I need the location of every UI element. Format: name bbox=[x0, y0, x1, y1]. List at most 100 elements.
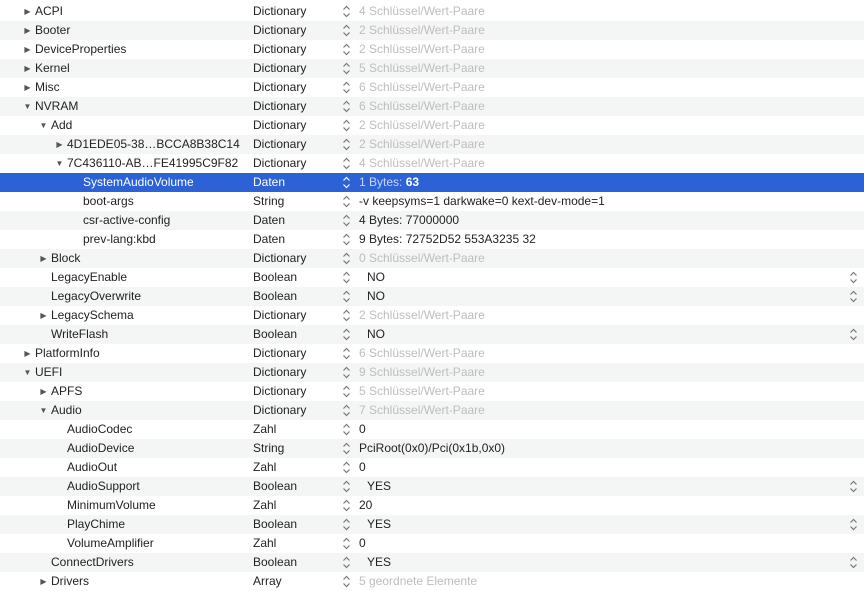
type-stepper-icon[interactable] bbox=[342, 480, 351, 493]
row-key[interactable]: WriteFlash bbox=[51, 325, 108, 344]
row-key[interactable]: APFS bbox=[51, 382, 82, 401]
row-value[interactable]: 0 Schlüssel/Wert-Paare bbox=[359, 249, 485, 268]
row-value[interactable]: 5 Schlüssel/Wert-Paare bbox=[359, 59, 485, 78]
row-type[interactable]: String bbox=[253, 439, 284, 458]
type-stepper-icon[interactable] bbox=[342, 100, 351, 113]
plist-row[interactable]: VolumeAmplifier Zahl 0 bbox=[0, 534, 864, 553]
row-value[interactable]: 5 Schlüssel/Wert-Paare bbox=[359, 382, 485, 401]
boolean-popup-value[interactable]: NO bbox=[367, 268, 385, 287]
row-value[interactable]: 9 Schlüssel/Wert-Paare bbox=[359, 363, 485, 382]
row-type[interactable]: Daten bbox=[253, 230, 285, 249]
disclosure-triangle-down-icon[interactable]: ▼ bbox=[39, 401, 48, 420]
row-type[interactable]: Boolean bbox=[253, 553, 297, 572]
row-key[interactable]: Drivers bbox=[51, 572, 89, 591]
row-type[interactable]: Dictionary bbox=[253, 97, 306, 116]
boolean-popup-value[interactable]: NO bbox=[367, 287, 385, 306]
row-key[interactable]: NVRAM bbox=[35, 97, 78, 116]
row-value[interactable]: 4 Bytes: 77000000 bbox=[359, 211, 459, 230]
plist-row[interactable]: ▶ Drivers Array 5 geordnete Elemente bbox=[0, 572, 864, 591]
type-stepper-icon[interactable] bbox=[342, 195, 351, 208]
row-key[interactable]: Add bbox=[51, 116, 72, 135]
row-key[interactable]: Kernel bbox=[35, 59, 70, 78]
row-type[interactable]: Boolean bbox=[253, 287, 297, 306]
row-value[interactable]: 6 Schlüssel/Wert-Paare bbox=[359, 344, 485, 363]
boolean-popup-stepper-icon[interactable] bbox=[849, 518, 858, 531]
row-type[interactable]: Dictionary bbox=[253, 116, 306, 135]
plist-row[interactable]: SystemAudioVolume Daten 1 Bytes: 63 bbox=[0, 173, 864, 192]
row-key[interactable]: LegacyEnable bbox=[51, 268, 127, 287]
row-key[interactable]: prev-lang:kbd bbox=[83, 230, 156, 249]
row-key[interactable]: AudioCodec bbox=[67, 420, 132, 439]
row-type[interactable]: Array bbox=[253, 572, 282, 591]
row-key[interactable]: Block bbox=[51, 249, 80, 268]
plist-row[interactable]: csr-active-config Daten 4 Bytes: 77000000 bbox=[0, 211, 864, 230]
boolean-popup-stepper-icon[interactable] bbox=[849, 328, 858, 341]
disclosure-triangle-right-icon[interactable]: ▶ bbox=[23, 344, 32, 363]
row-value[interactable]: -v keepsyms=1 darkwake=0 kext-dev-mode=1 bbox=[359, 192, 605, 211]
row-type[interactable]: Dictionary bbox=[253, 78, 306, 97]
disclosure-triangle-right-icon[interactable]: ▶ bbox=[55, 135, 64, 154]
disclosure-triangle-down-icon[interactable]: ▼ bbox=[55, 154, 64, 173]
row-value[interactable]: 4 Schlüssel/Wert-Paare bbox=[359, 2, 485, 21]
plist-row[interactable]: LegacyOverwrite Boolean NO bbox=[0, 287, 864, 306]
row-value[interactable]: 0 bbox=[359, 534, 366, 553]
type-stepper-icon[interactable] bbox=[342, 556, 351, 569]
plist-row[interactable]: ▶ Misc Dictionary 6 Schlüssel/Wert-Paare bbox=[0, 78, 864, 97]
row-key[interactable]: csr-active-config bbox=[83, 211, 170, 230]
disclosure-triangle-down-icon[interactable]: ▼ bbox=[23, 97, 32, 116]
boolean-popup-stepper-icon[interactable] bbox=[849, 290, 858, 303]
row-value[interactable]: 6 Schlüssel/Wert-Paare bbox=[359, 78, 485, 97]
row-type[interactable]: Zahl bbox=[253, 534, 276, 553]
row-key[interactable]: ACPI bbox=[35, 2, 63, 21]
type-stepper-icon[interactable] bbox=[342, 404, 351, 417]
row-key[interactable]: Audio bbox=[51, 401, 82, 420]
disclosure-triangle-right-icon[interactable]: ▶ bbox=[39, 306, 48, 325]
row-type[interactable]: Boolean bbox=[253, 477, 297, 496]
plist-row[interactable]: LegacyEnable Boolean NO bbox=[0, 268, 864, 287]
type-stepper-icon[interactable] bbox=[342, 518, 351, 531]
plist-row[interactable]: ▶ PlatformInfo Dictionary 6 Schlüssel/Wert-… bbox=[0, 344, 864, 363]
row-value[interactable]: 5 geordnete Elemente bbox=[359, 572, 477, 591]
plist-row[interactable]: ▼ Audio Dictionary 7 Schlüssel/Wert-Paare bbox=[0, 401, 864, 420]
row-value[interactable]: 20 bbox=[359, 496, 372, 515]
row-key[interactable]: Misc bbox=[35, 78, 60, 97]
disclosure-triangle-down-icon[interactable]: ▼ bbox=[23, 363, 32, 382]
plist-row[interactable]: ▶ DeviceProperties Dictionary 2 Schlüssel/W… bbox=[0, 40, 864, 59]
type-stepper-icon[interactable] bbox=[342, 119, 351, 132]
row-type[interactable]: Dictionary bbox=[253, 2, 306, 21]
row-value[interactable]: 2 Schlüssel/Wert-Paare bbox=[359, 135, 485, 154]
plist-row[interactable]: ▶ 4D1EDE05-38…BCCA8B38C14 Dictionary 2 Schl… bbox=[0, 135, 864, 154]
plist-row[interactable]: MinimumVolume Zahl 20 bbox=[0, 496, 864, 515]
row-type[interactable]: Zahl bbox=[253, 458, 276, 477]
row-type[interactable]: Zahl bbox=[253, 496, 276, 515]
plist-row[interactable]: ▶ Booter Dictionary 2 Schlüssel/Wert-Paare bbox=[0, 21, 864, 40]
boolean-popup-value[interactable]: NO bbox=[367, 325, 385, 344]
row-value[interactable]: 0 bbox=[359, 420, 366, 439]
row-value[interactable]: 4 Schlüssel/Wert-Paare bbox=[359, 154, 485, 173]
type-stepper-icon[interactable] bbox=[342, 423, 351, 436]
row-key[interactable]: VolumeAmplifier bbox=[67, 534, 154, 553]
plist-row[interactable]: AudioDevice String PciRoot(0x0)/Pci(0x1b,0… bbox=[0, 439, 864, 458]
disclosure-triangle-right-icon[interactable]: ▶ bbox=[23, 59, 32, 78]
type-stepper-icon[interactable] bbox=[342, 138, 351, 151]
row-type[interactable]: Boolean bbox=[253, 515, 297, 534]
type-stepper-icon[interactable] bbox=[342, 575, 351, 588]
type-stepper-icon[interactable] bbox=[342, 328, 351, 341]
row-key[interactable]: DeviceProperties bbox=[35, 40, 126, 59]
row-key[interactable]: ConnectDrivers bbox=[51, 553, 134, 572]
plist-row[interactable]: ▼ NVRAM Dictionary 6 Schlüssel/Wert-Paare bbox=[0, 97, 864, 116]
type-stepper-icon[interactable] bbox=[342, 442, 351, 455]
row-value[interactable]: 1 Bytes: 63 bbox=[359, 173, 419, 192]
plist-row[interactable]: ▼ 7C436110-AB…FE41995C9F82 Dictionary 4 Sch… bbox=[0, 154, 864, 173]
disclosure-triangle-right-icon[interactable]: ▶ bbox=[23, 40, 32, 59]
type-stepper-icon[interactable] bbox=[342, 537, 351, 550]
row-value[interactable]: 0 bbox=[359, 458, 366, 477]
disclosure-triangle-right-icon[interactable]: ▶ bbox=[39, 249, 48, 268]
row-key[interactable]: 7C436110-AB…FE41995C9F82 bbox=[67, 154, 238, 173]
plist-row[interactable]: ▶ APFS Dictionary 5 Schlüssel/Wert-Paare bbox=[0, 382, 864, 401]
type-stepper-icon[interactable] bbox=[342, 271, 351, 284]
row-type[interactable]: Dictionary bbox=[253, 21, 306, 40]
boolean-popup-stepper-icon[interactable] bbox=[849, 556, 858, 569]
row-key[interactable]: AudioSupport bbox=[67, 477, 140, 496]
row-key[interactable]: PlayChime bbox=[67, 515, 125, 534]
